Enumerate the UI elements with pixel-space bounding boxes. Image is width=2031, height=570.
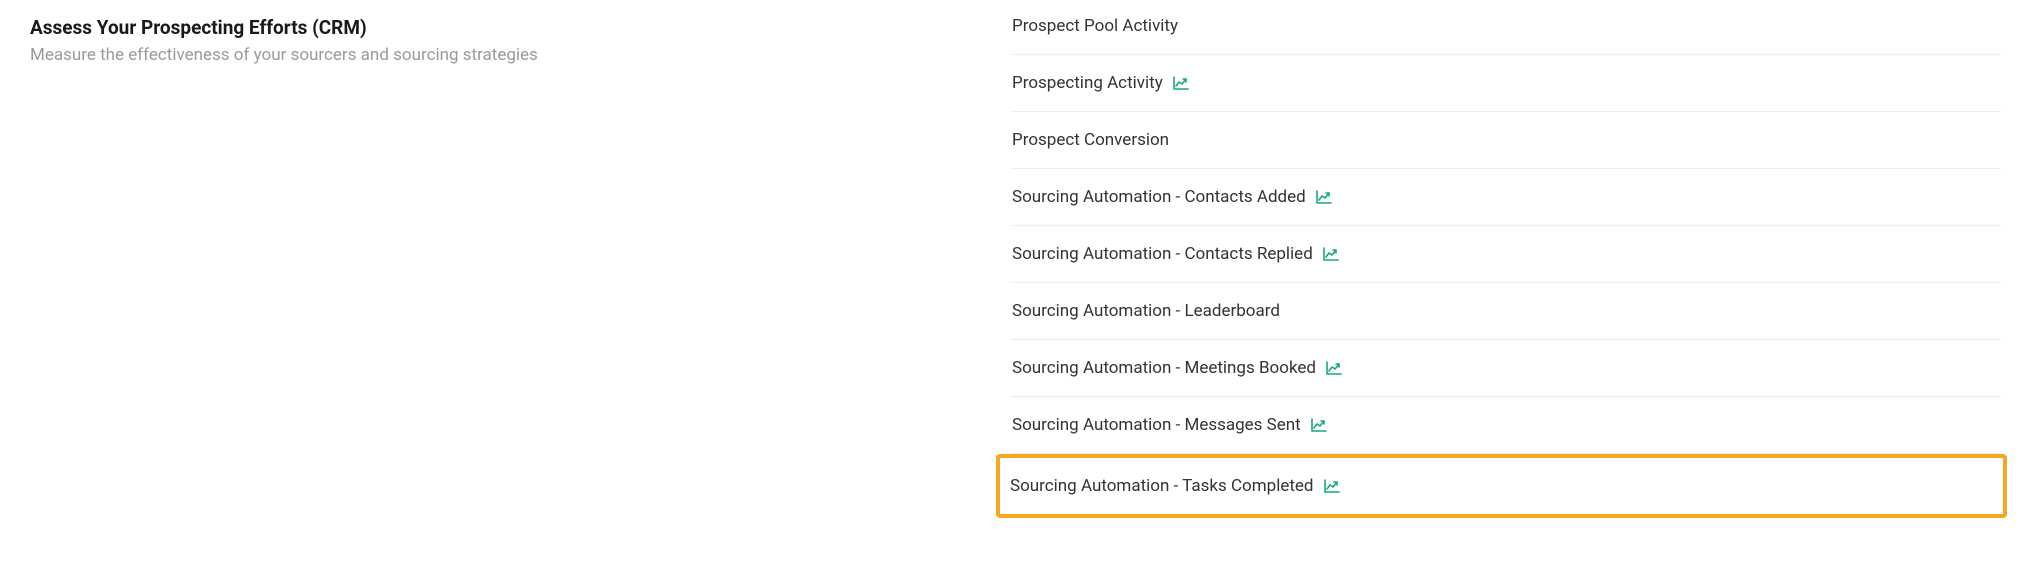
report-item[interactable]: Sourcing Automation - Meetings Booked [1010, 340, 2001, 397]
report-list-panel: Prospect Pool Activity Prospecting Activi… [1010, 10, 2001, 518]
report-item[interactable]: Sourcing Automation - Tasks Completed [996, 454, 2007, 518]
report-item[interactable]: Sourcing Automation - Leaderboard [1010, 283, 2001, 340]
report-item[interactable]: Sourcing Automation - Contacts Added [1010, 169, 2001, 226]
report-label: Prospecting Activity [1012, 73, 1163, 93]
section-header: Assess Your Prospecting Efforts (CRM) Me… [30, 10, 990, 518]
chart-icon [1316, 190, 1332, 204]
report-label: Sourcing Automation - Tasks Completed [1010, 476, 1314, 496]
report-item[interactable]: Prospect Pool Activity [1010, 10, 2001, 55]
chart-icon [1326, 361, 1342, 375]
report-label: Sourcing Automation - Messages Sent [1012, 415, 1301, 435]
section-title: Assess Your Prospecting Efforts (CRM) [30, 16, 990, 39]
report-label: Prospect Conversion [1012, 130, 1169, 150]
report-item[interactable]: Sourcing Automation - Contacts Replied [1010, 226, 2001, 283]
report-list: Prospect Pool Activity Prospecting Activi… [1010, 10, 2001, 518]
chart-icon [1173, 76, 1189, 90]
report-item[interactable]: Prospecting Activity [1010, 55, 2001, 112]
report-label: Sourcing Automation - Contacts Added [1012, 187, 1306, 207]
report-item[interactable]: Prospect Conversion [1010, 112, 2001, 169]
section-subtitle: Measure the effectiveness of your source… [30, 45, 990, 65]
chart-icon [1324, 479, 1340, 493]
report-label: Prospect Pool Activity [1012, 16, 1178, 36]
report-label: Sourcing Automation - Contacts Replied [1012, 244, 1313, 264]
report-label: Sourcing Automation - Meetings Booked [1012, 358, 1316, 378]
report-label: Sourcing Automation - Leaderboard [1012, 301, 1280, 321]
chart-icon [1323, 247, 1339, 261]
chart-icon [1311, 418, 1327, 432]
report-item[interactable]: Sourcing Automation - Messages Sent [1010, 397, 2001, 454]
